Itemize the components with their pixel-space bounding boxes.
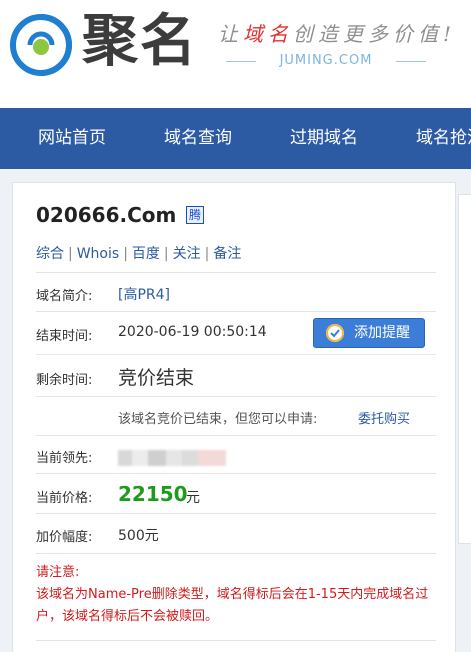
add-reminder-button[interactable]: 添加提醒 <box>313 318 425 348</box>
price-unit: 元 <box>186 490 200 506</box>
link-overview[interactable]: 综合 <box>36 246 64 262</box>
row-divider <box>36 553 436 554</box>
nav-item-domain-snapping[interactable]: 域名抢注 <box>416 108 471 169</box>
registrar-badge[interactable]: 腾 <box>186 206 204 224</box>
link-note[interactable]: 备注 <box>213 246 241 262</box>
end-time-label: 结束时间: <box>36 329 93 344</box>
nav-item-expired-domains[interactable]: 过期域名 <box>290 108 358 169</box>
link-follow[interactable]: 关注 <box>173 246 201 262</box>
notice-text: 该域名为Name-Pre删除类型，域名得标后会在1-15天内完成域名过户，该域名… <box>36 587 429 624</box>
price-label: 当前价格: <box>36 491 93 506</box>
juming-logo-icon[interactable] <box>10 14 72 76</box>
remaining-label: 剩余时间: <box>36 373 93 388</box>
increment-label: 加价幅度: <box>36 530 93 545</box>
end-time-value: 2020-06-19 00:50:14 <box>118 324 267 340</box>
add-reminder-label: 添加提醒 <box>354 325 410 341</box>
notice-box: 请注意: 该域名为Name-Pre删除类型，域名得标后会在1-15天内完成域名过… <box>36 562 441 628</box>
remaining-value: 竞价结束 <box>118 367 195 389</box>
brand-name[interactable]: 聚名 <box>82 10 198 72</box>
reminder-check-icon <box>326 324 344 342</box>
notice-title: 请注意: <box>36 565 80 580</box>
row-divider-bottom <box>36 640 436 641</box>
row-ended-note: 该域名竞价已结束，但您可以申请: 委托购买 <box>36 396 436 435</box>
slogan: 让域名创造更多价值! <box>218 18 456 47</box>
slogan-highlight: 域名 <box>243 22 293 46</box>
ended-note: 该域名竞价已结束，但您可以申请: <box>118 412 318 427</box>
site-url: JUMING.COM <box>226 53 426 68</box>
price-value: 22150 <box>118 482 188 506</box>
slogan-pre: 让 <box>218 22 243 46</box>
row-remaining: 剩余时间: 竞价结束 <box>36 354 436 396</box>
slogan-post: 创造更多价值! <box>293 22 457 46</box>
site-header: 聚名 让域名创造更多价值! JUMING.COM <box>0 0 471 108</box>
increment-value: 500元 <box>118 528 159 544</box>
leader-label: 当前领先: <box>36 451 93 466</box>
row-price: 当前价格: 22150 元 <box>36 473 436 513</box>
side-panel <box>458 194 471 544</box>
intro-value[interactable]: [高PR4] <box>118 284 170 304</box>
row-intro: 域名简介: [高PR4] <box>36 272 436 311</box>
main-nav: 网站首页 域名查询 过期域名 域名抢注 <box>0 108 471 169</box>
intro-label: 域名简介: <box>36 289 93 304</box>
domain-links: 综合 | Whois | 百度 | 关注 | 备注 <box>36 246 242 262</box>
nav-item-home[interactable]: 网站首页 <box>38 108 106 169</box>
leader-masked-value <box>118 450 226 466</box>
nav-item-domain-search[interactable]: 域名查询 <box>164 108 232 169</box>
link-baidu[interactable]: 百度 <box>132 246 160 262</box>
row-leader: 当前领先: <box>36 435 436 473</box>
link-whois[interactable]: Whois <box>77 246 119 262</box>
row-increment: 加价幅度: 500元 <box>36 513 436 553</box>
entrust-buy-link[interactable]: 委托购买 <box>358 408 410 427</box>
domain-name: 020666.Com <box>36 203 177 227</box>
